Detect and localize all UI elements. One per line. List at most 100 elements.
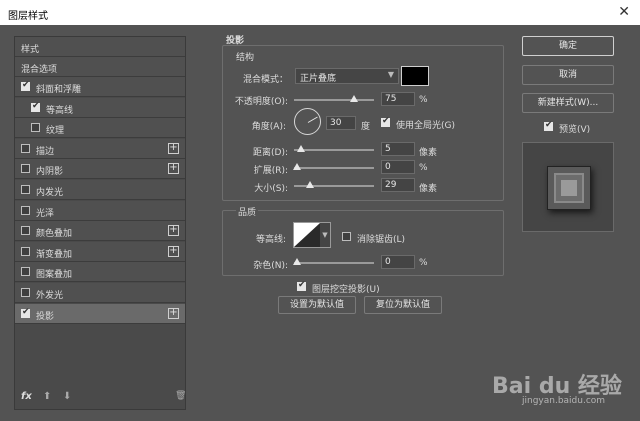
style-list-panel: 样式 混合选项 斜面和浮雕等高线纹理描边 + 内阴影 + 内发光光泽颜色叠加 + 渐变叠加 +… [14,36,186,410]
add-effect-icon[interactable]: + [168,163,179,175]
sidebar-item-checkbox[interactable] [21,226,30,236]
noise-input[interactable]: 0 [381,255,415,269]
structure-title: 结构 [236,53,255,63]
sidebar-item[interactable]: 等高线 [15,97,185,118]
sidebar-item-label: 描边 [36,146,55,157]
noise-unit: % [419,258,428,268]
add-effect-icon[interactable]: + [168,307,179,319]
sidebar-item-checkbox[interactable] [21,185,30,194]
distance-label: 距离(D): [253,148,288,158]
opacity-unit: % [419,95,428,105]
style-list-toolbar: fx ⬆ ⬇ 🗑 [15,387,186,409]
preview-checkbox[interactable] [544,120,553,131]
blend-mode-select[interactable]: 正片叠底 ▼ [295,68,399,84]
title-bar: 图层样式 ✕ [0,0,640,25]
spread-unit: % [419,163,428,173]
opacity-slider-track[interactable] [294,99,374,101]
contour-curve-icon [294,223,320,247]
sidebar-item[interactable]: 纹理 [15,118,185,139]
antialias-label: 消除锯齿(L) [357,235,406,245]
trash-icon[interactable]: 🗑 [175,391,186,401]
spread-slider-track[interactable] [294,167,374,169]
sidebar-item[interactable]: 内阴影 + [15,159,185,180]
sidebar-item-checkbox[interactable] [21,288,30,297]
sidebar-item[interactable]: 颜色叠加 + [15,221,185,242]
sidebar-item-label: 内发光 [36,188,64,198]
quality-title: 品质 [236,205,259,218]
sidebar-item-label: 外发光 [36,291,64,301]
opacity-slider-thumb[interactable] [350,95,358,102]
angle-label: 角度(A): [251,122,286,132]
size-label: 大小(S): [254,184,288,194]
sidebar-item[interactable]: 内发光 [15,180,185,200]
chevron-down-icon: ▼ [320,223,330,247]
sidebar-item-checkbox[interactable] [31,123,40,133]
cancel-button[interactable]: 取消 [522,65,614,85]
blend-mode-label: 混合模式： [242,75,288,85]
sidebar-item-checkbox[interactable] [21,164,30,174]
sidebar-item-checkbox[interactable] [21,246,30,256]
size-slider-thumb[interactable] [306,181,314,188]
distance-slider-track[interactable] [294,149,374,151]
angle-dial-needle [307,116,318,123]
sidebar-item[interactable]: 图案叠加 [15,262,185,283]
angle-dial[interactable] [294,108,321,135]
sidebar-item[interactable]: 投影 + [15,303,185,324]
noise-slider-track[interactable] [294,262,374,264]
noise-slider-thumb[interactable] [293,258,301,265]
watermark-url: jingyan.baidu.com [522,396,606,406]
spread-input[interactable]: 0 [381,160,415,174]
global-light-checkbox[interactable] [381,116,390,127]
knockout-label: 图层挖空投影(U) [312,285,380,295]
move-down-icon[interactable]: ⬇ [63,391,71,402]
contour-label: 等高线: [255,235,286,245]
size-input[interactable]: 29 [381,178,415,192]
sidebar-item-label: 纹理 [46,126,65,137]
styles-header[interactable]: 样式 [15,37,185,57]
antialias-checkbox[interactable] [342,232,351,241]
size-unit: 像素 [419,184,438,194]
sidebar-item[interactable]: 光泽 [15,200,185,221]
angle-input[interactable]: 30 [326,116,356,130]
contour-picker[interactable]: ▼ [293,222,331,248]
reset-default-button[interactable]: 复位为默认值 [364,296,442,314]
blend-options-item[interactable]: 混合选项 [15,57,185,77]
ok-button[interactable]: 确定 [522,36,614,56]
dialog-title: 图层样式 [8,11,48,22]
sidebar-item[interactable]: 描边 + [15,138,185,159]
blend-mode-value: 正片叠底 [300,74,337,84]
distance-unit: 像素 [419,148,438,158]
knockout-checkbox[interactable] [297,280,306,291]
sidebar-item-label: 投影 [36,311,55,322]
sidebar-item-checkbox[interactable] [21,267,30,277]
add-effect-icon[interactable]: + [168,225,179,237]
fx-icon[interactable]: fx [21,391,32,402]
add-effect-icon[interactable]: + [168,142,179,154]
angle-unit: 度 [361,122,371,132]
opacity-label: 不透明度(O): [234,97,288,107]
sidebar-item-checkbox[interactable] [21,205,30,215]
sidebar-item[interactable]: 渐变叠加 + [15,241,185,262]
sidebar-item-checkbox[interactable] [31,101,40,112]
spread-slider-thumb[interactable] [293,163,301,170]
close-icon[interactable]: ✕ [618,4,630,20]
styles-header-label: 样式 [21,45,40,55]
preview-label: 预览(V) [559,125,591,135]
sidebar-item-label: 图案叠加 [36,270,73,281]
sidebar-item-checkbox[interactable] [21,80,30,91]
shadow-color-swatch[interactable] [401,66,429,86]
opacity-input[interactable]: 75 [381,92,415,106]
move-up-icon[interactable]: ⬆ [43,391,51,402]
distance-input[interactable]: 5 [381,142,415,156]
sidebar-item-label: 内阴影 [36,167,64,178]
set-default-button[interactable]: 设置为默认值 [278,296,356,314]
sidebar-item-checkbox[interactable] [21,307,30,318]
sidebar-item[interactable]: 外发光 [15,283,185,303]
sidebar-item-checkbox[interactable] [21,143,30,153]
chevron-down-icon: ▼ [387,70,394,79]
add-effect-icon[interactable]: + [168,245,179,257]
sidebar-item-label: 颜色叠加 [36,229,73,240]
sidebar-item[interactable]: 斜面和浮雕 [15,77,185,97]
distance-slider-thumb[interactable] [297,145,305,152]
new-style-button[interactable]: 新建样式(W)... [522,93,614,113]
